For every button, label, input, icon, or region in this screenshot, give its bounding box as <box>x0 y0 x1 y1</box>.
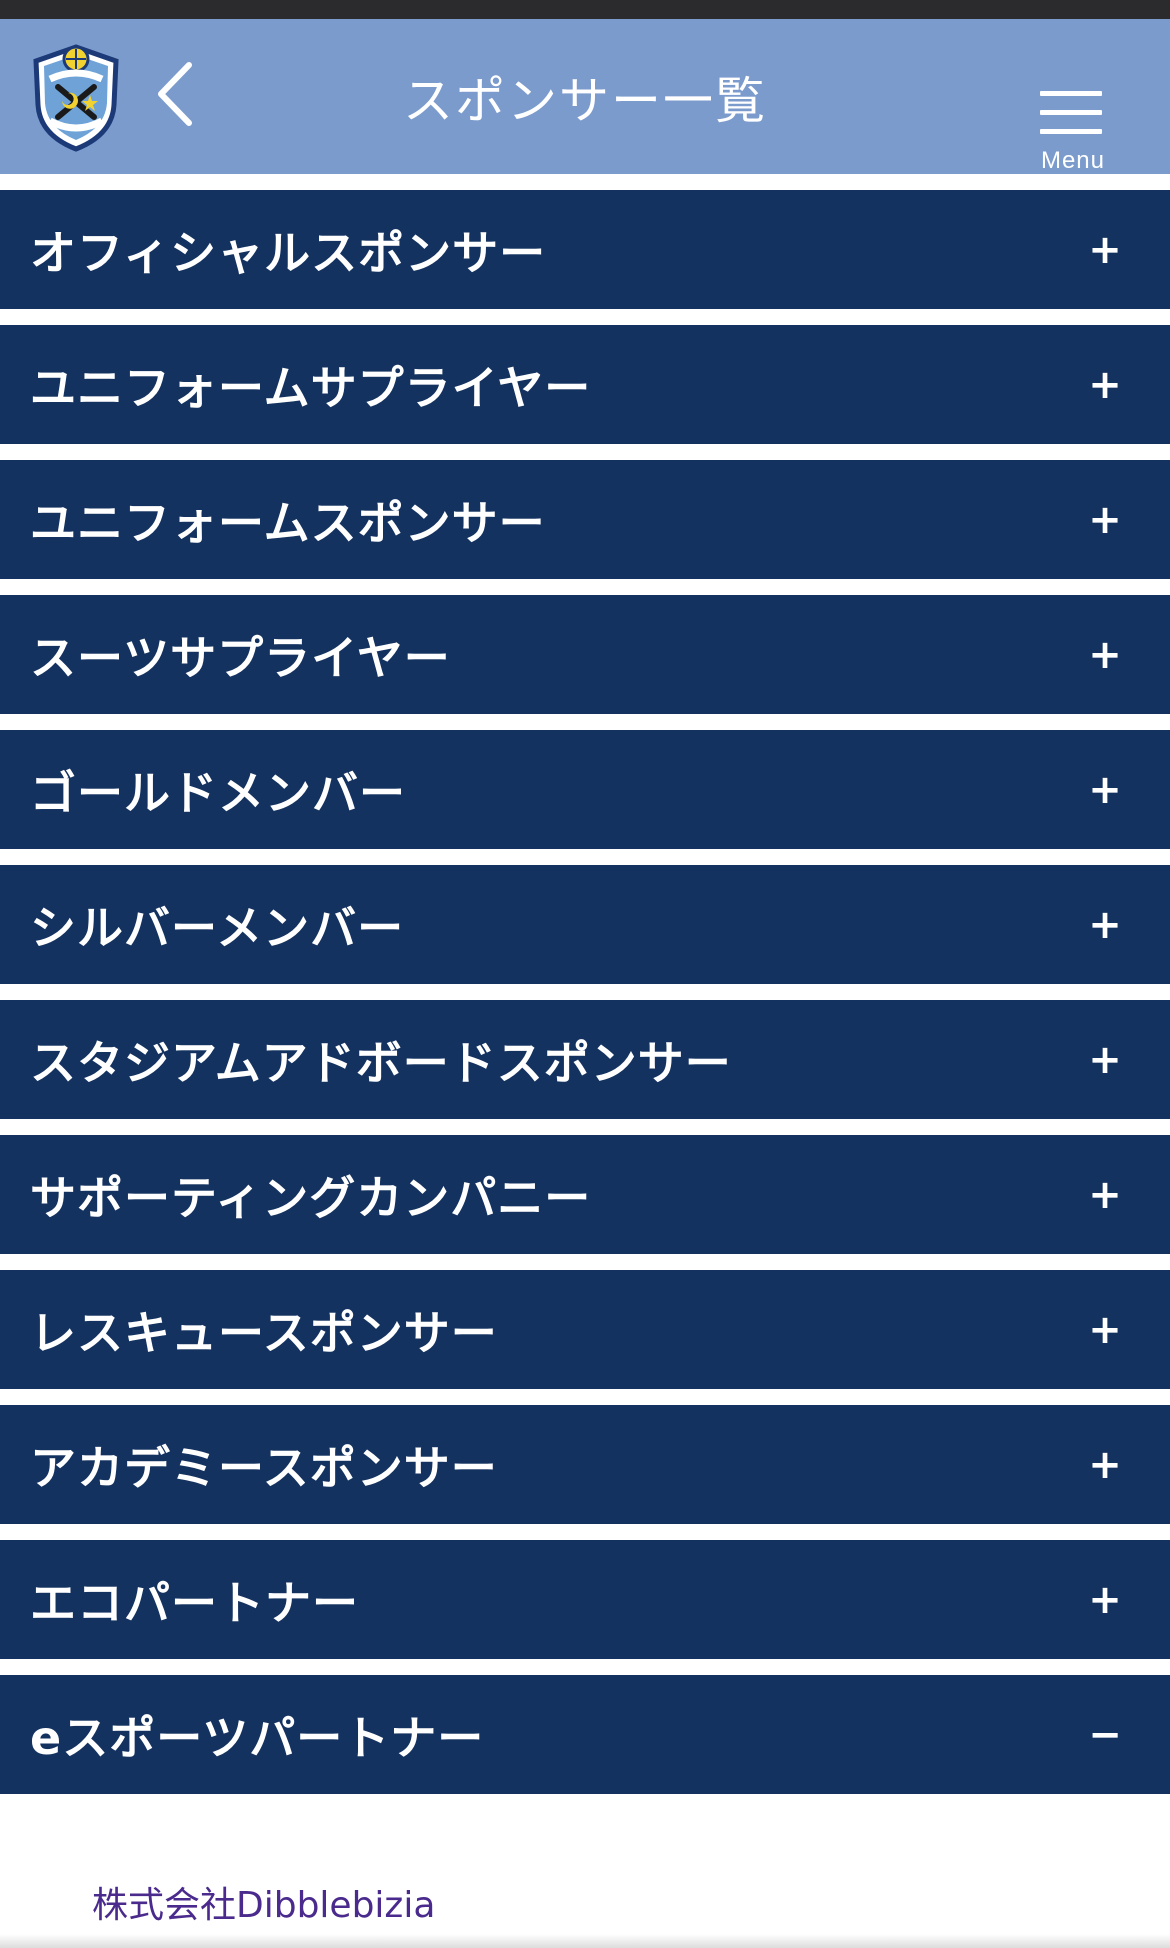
sponsor-category-row[interactable]: eスポーツパートナー − <box>0 1675 1170 1794</box>
category-label: eスポーツパートナー <box>30 1710 485 1765</box>
sponsor-category-row[interactable]: ゴールドメンバー + <box>0 730 1170 849</box>
expand-icon[interactable]: + <box>1080 1135 1130 1254</box>
category-label: エコパートナー <box>30 1575 359 1630</box>
category-label: ユニフォームサプライヤー <box>30 360 592 415</box>
expand-icon[interactable]: + <box>1080 325 1130 444</box>
sponsor-category-row[interactable]: オフィシャルスポンサー + <box>0 190 1170 309</box>
sponsor-link[interactable]: 株式会社Dibblebizia <box>92 1876 435 1928</box>
expand-icon[interactable]: + <box>1080 865 1130 984</box>
sponsor-category-row[interactable]: スタジアムアドボードスポンサー + <box>0 1000 1170 1119</box>
category-label: スタジアムアドボードスポンサー <box>30 1035 732 1090</box>
menu-button[interactable]: Menu <box>1028 69 1118 179</box>
sponsor-category-row[interactable]: スーツサプライヤー + <box>0 595 1170 714</box>
expand-icon[interactable]: + <box>1080 1270 1130 1389</box>
category-label: シルバーメンバー <box>30 900 405 955</box>
menu-label: Menu <box>1040 147 1106 174</box>
status-bar <box>0 0 1170 19</box>
expand-icon[interactable]: + <box>1080 1540 1130 1659</box>
expand-icon[interactable]: + <box>1080 1405 1130 1524</box>
sponsor-category-row[interactable]: ユニフォームスポンサー + <box>0 460 1170 579</box>
back-button[interactable] <box>140 49 210 139</box>
sponsor-category-row[interactable]: サポーティングカンパニー + <box>0 1135 1170 1254</box>
expand-icon[interactable]: + <box>1080 730 1130 849</box>
category-label: オフィシャルスポンサー <box>30 225 547 280</box>
category-label: レスキュースポンサー <box>30 1305 498 1360</box>
sponsor-category-list: オフィシャルスポンサー + ユニフォームサプライヤー + ユニフォームスポンサー + スーツ… <box>0 190 1170 1810</box>
category-label: ユニフォームスポンサー <box>30 495 546 550</box>
page-title: スポンサー一覧 <box>403 71 767 130</box>
hamburger-icon <box>1040 91 1102 135</box>
category-label: スーツサプライヤー <box>30 630 451 685</box>
category-label: ゴールドメンバー <box>30 765 406 820</box>
category-label: アカデミースポンサー <box>30 1440 498 1495</box>
sponsor-category-row[interactable]: ユニフォームサプライヤー + <box>0 325 1170 444</box>
expand-icon[interactable]: + <box>1080 190 1130 309</box>
jubilo-iwata-crest-icon[interactable] <box>28 43 124 153</box>
collapse-icon[interactable]: − <box>1080 1675 1130 1794</box>
sponsor-list-page: Menu スポンサー一覧 オフィシャルスポンサー + ユニフォームサプライヤー + ユニ… <box>0 0 1170 1948</box>
sponsor-category-row[interactable]: シルバーメンバー + <box>0 865 1170 984</box>
page-bottom-edge <box>0 1934 1170 1948</box>
chevron-left-icon <box>158 62 192 126</box>
expand-icon[interactable]: + <box>1080 460 1130 579</box>
expand-icon[interactable]: + <box>1080 595 1130 714</box>
sponsor-category-row[interactable]: レスキュースポンサー + <box>0 1270 1170 1389</box>
sponsor-category-row[interactable]: アカデミースポンサー + <box>0 1405 1170 1524</box>
sponsor-category-row[interactable]: エコパートナー + <box>0 1540 1170 1659</box>
category-label: サポーティングカンパニー <box>30 1170 592 1225</box>
expand-icon[interactable]: + <box>1080 1000 1130 1119</box>
